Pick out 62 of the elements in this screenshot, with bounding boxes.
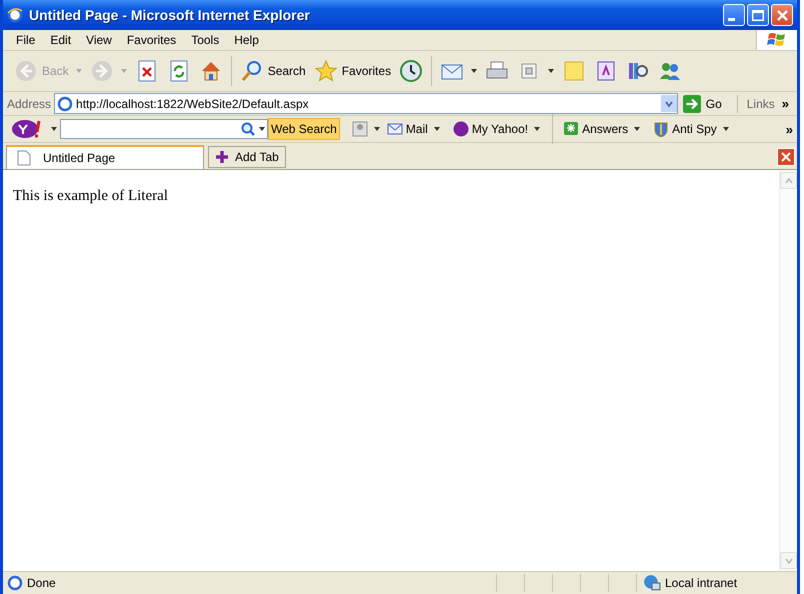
caret-icon	[534, 127, 540, 131]
favorites-button[interactable]: Favorites	[310, 57, 394, 85]
close-icon	[781, 152, 791, 162]
search-button[interactable]: Search	[236, 57, 309, 85]
chevron-up-icon	[784, 176, 794, 186]
plus-icon	[215, 150, 229, 164]
minimize-button[interactable]	[723, 4, 745, 26]
menu-item[interactable]: Edit	[43, 33, 80, 47]
caret-icon	[722, 127, 729, 131]
dropdown-button[interactable]	[660, 95, 677, 112]
address-field[interactable]: http://localhost:1822/WebSite2/Default.aspx	[54, 93, 678, 114]
search-icon	[240, 59, 264, 83]
caret-icon[interactable]	[374, 127, 380, 131]
go-button[interactable]: Go	[680, 94, 730, 112]
close-tab-button[interactable]	[777, 148, 795, 166]
page-icon	[57, 96, 74, 112]
maximize-button[interactable]	[747, 4, 769, 26]
menu-item[interactable]: View	[79, 33, 120, 47]
add-tab-button[interactable]: Add Tab	[208, 146, 286, 168]
search-icon	[240, 121, 256, 137]
round-badge-icon	[452, 121, 469, 137]
status-text: Done	[27, 576, 57, 590]
chevron-down-icon	[784, 556, 794, 566]
address-label: Address	[7, 96, 52, 110]
minimize-icon	[728, 18, 736, 21]
page-icon	[7, 575, 23, 591]
window-title: Untitled Page - Microsoft Internet Explorer	[29, 7, 311, 23]
search-field[interactable]	[60, 119, 268, 139]
shield-icon	[653, 121, 670, 137]
caret-icon[interactable]	[259, 127, 265, 131]
envelope-icon	[386, 121, 403, 137]
browser-tab[interactable]: Untitled Page	[6, 145, 204, 169]
page-text: This is example of Literal	[13, 188, 168, 204]
note-icon	[562, 59, 586, 83]
network-icon	[643, 574, 661, 592]
browser-icon	[7, 7, 23, 23]
answers-button[interactable]: Answers	[559, 121, 646, 137]
answers-icon	[563, 121, 580, 137]
chevron-down-icon	[664, 98, 674, 108]
mail-button[interactable]: Mail	[382, 121, 446, 137]
close-button[interactable]	[771, 4, 793, 26]
antispy-button[interactable]: Anti Spy	[649, 121, 735, 137]
myyahoo-button[interactable]: My Yahoo!	[448, 121, 546, 137]
web-search-button[interactable]: Web Search	[268, 118, 340, 140]
person-icon[interactable]	[352, 121, 368, 137]
menu-item[interactable]: Favorites	[120, 33, 184, 47]
close-icon	[776, 10, 788, 20]
arrow-icon	[682, 94, 701, 112]
menu-item[interactable]: Tools	[184, 33, 228, 47]
menu-item[interactable]: Help	[227, 33, 267, 47]
more-button[interactable]: »	[778, 96, 793, 111]
menu-item[interactable]: File	[9, 33, 44, 47]
maximize-icon	[752, 10, 764, 20]
more-button[interactable]: »	[782, 122, 797, 136]
links-label[interactable]: Links	[746, 96, 775, 110]
star-icon	[314, 59, 338, 83]
security-zone: Local intranet	[665, 576, 738, 590]
caret-icon[interactable]	[51, 127, 57, 131]
document-icon	[17, 150, 31, 166]
caret-icon	[434, 127, 440, 131]
clock-icon	[399, 59, 424, 83]
caret-icon	[634, 127, 640, 131]
